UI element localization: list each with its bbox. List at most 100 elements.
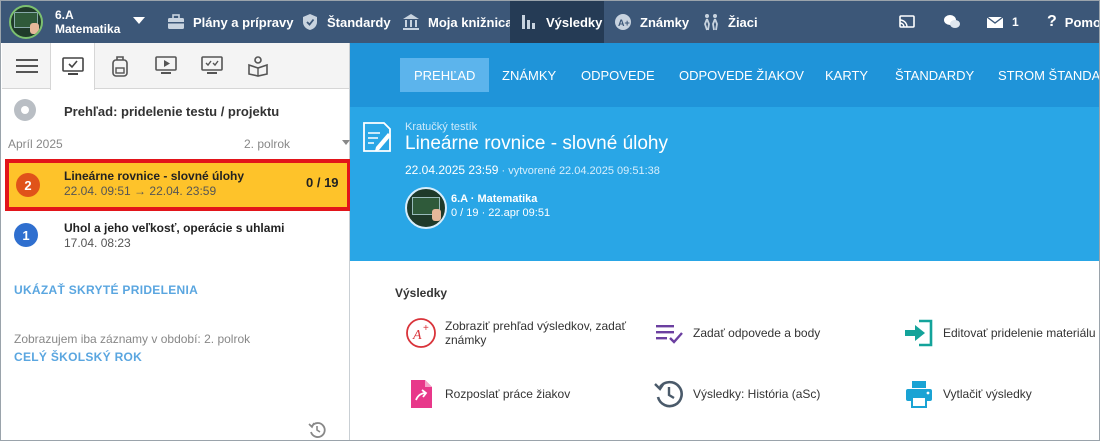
tab-standards-tree[interactable]: STROM ŠTANDARDOV: [984, 58, 1099, 92]
results-history-action[interactable]: Výsledky: História (aSc): [653, 378, 883, 410]
question-icon: ?: [1047, 13, 1057, 30]
bar-chart-icon: [520, 13, 538, 31]
cast-icon: [898, 13, 916, 31]
created-date: · vytvorené 22.04.2025 09:51:38: [498, 165, 660, 177]
tab-overview[interactable]: PREHĽAD: [400, 58, 490, 92]
messages-button[interactable]: 1: [986, 1, 1019, 43]
tab-student-answers[interactable]: ODPOVEDE ŽIAKOV: [665, 58, 818, 92]
printer-icon: [906, 381, 932, 408]
library-icon: [402, 13, 420, 31]
history-icon: [654, 380, 683, 408]
play-screen-icon: [154, 56, 177, 74]
edit-assignment-action[interactable]: Editovať pridelenie materiálu: [903, 317, 1099, 349]
results-title: Výsledky: [395, 286, 448, 300]
class-avatar: [9, 5, 43, 39]
gear-icon: [14, 99, 36, 121]
tab-tests[interactable]: [50, 43, 95, 90]
list-check-icon: [656, 325, 683, 344]
svg-text:+: +: [423, 323, 429, 334]
nav-standards[interactable]: Štandardy: [301, 1, 391, 43]
nav-plans-label: Plány a prípravy: [193, 14, 294, 30]
view-results-action[interactable]: A + Zobraziť prehľad výsledkov, zadať zná…: [405, 317, 635, 349]
send-document-icon: [411, 380, 432, 408]
tab-reading[interactable]: [235, 43, 280, 89]
nav-students-label: Žiaci: [728, 14, 758, 30]
assignment-number-badge: 2: [16, 173, 40, 197]
class-avatar: [405, 187, 447, 229]
book-reader-icon: [247, 56, 268, 77]
messages-count: 1: [1012, 15, 1019, 29]
results-section: Výsledky A + Zobraziť prehľad výsledkov, …: [350, 261, 1099, 440]
class-subject: Matematika: [55, 22, 121, 36]
class-switcher[interactable]: 6.A Matematika: [9, 5, 120, 39]
menu-tab[interactable]: [4, 43, 49, 89]
top-navigation: 6.A Matematika Plány a prípravy Štandard…: [1, 1, 1099, 43]
assignment-banner: Kratučký testík Lineárne rovnice - slovn…: [350, 107, 1099, 261]
assignment-item[interactable]: 1 Uhol a jeho veľkosť, operácie s uhlami…: [6, 215, 354, 267]
class-name: 6.A: [55, 8, 74, 22]
tab-presentations[interactable]: [143, 43, 188, 89]
nav-plans[interactable]: Plány a prípravy: [167, 1, 293, 43]
assignment-deadline: 22.04.2025 23:59 · vytvorené 22.04.2025 …: [405, 163, 660, 177]
chat-icon: [943, 13, 961, 31]
detail-tabbar: PREHĽAD ZNÁMKY ODPOVEDE ODPOVEDE ŽIAKOV …: [350, 43, 1099, 107]
students-icon: [702, 13, 720, 31]
grade-icon: A+: [614, 13, 632, 31]
panel-tabbar: [2, 43, 349, 90]
assignment-type: Kratučký testík: [405, 121, 478, 133]
deadline-date: 22.04.2025 23:59: [405, 163, 499, 177]
tab-answers[interactable]: ODPOVEDE: [567, 58, 669, 92]
edit-assignment-label: Editovať pridelenie materiálu: [943, 326, 1096, 340]
history-icon[interactable]: [308, 421, 326, 439]
nav-students[interactable]: Žiaci: [702, 1, 758, 43]
semester-selector[interactable]: 2. polrok: [244, 137, 290, 151]
nav-library[interactable]: Moja knižnica: [402, 1, 513, 43]
grade-a-plus-icon: A +: [406, 318, 436, 348]
nav-grades-label: Známky: [640, 14, 690, 30]
tab-grades[interactable]: ZNÁMKY: [488, 58, 570, 92]
assignment-number-badge: 1: [14, 223, 38, 247]
shield-icon: [301, 13, 319, 31]
overview-label: Prehľad: pridelenie testu / projektu: [64, 104, 280, 119]
tab-quizzes[interactable]: [189, 43, 234, 89]
chevron-down-icon[interactable]: [133, 17, 145, 24]
backpack-icon: [111, 56, 128, 77]
edit-assignment-icon: [905, 319, 933, 347]
assignment-heading: Lineárne rovnice - slovné úlohy: [405, 133, 668, 154]
nav-standards-label: Štandardy: [327, 14, 391, 30]
briefcase-icon: [167, 13, 185, 31]
overview-row[interactable]: Prehľad: pridelenie testu / projektu: [2, 89, 350, 131]
chat-button[interactable]: [943, 1, 969, 43]
assignment-score: 0 / 19: [306, 175, 339, 190]
envelope-icon: [986, 13, 1004, 31]
help-button[interactable]: ? Pomoc: [1047, 1, 1099, 43]
monitor-list-icon: [200, 56, 223, 74]
period-month: Apríl 2025: [8, 137, 63, 151]
app-frame: 6.A Matematika Plány a prípravy Štandard…: [0, 0, 1100, 441]
svg-text:A+: A+: [618, 18, 630, 28]
results-history-label: Výsledky: História (aSc): [693, 387, 821, 401]
assignment-dates: 17.04. 08:23: [64, 236, 131, 250]
print-results-label: Vytlačiť výsledky: [943, 387, 1032, 401]
svg-text:A: A: [412, 328, 422, 343]
whole-year-link[interactable]: CELÝ ŠKOLSKÝ ROK: [14, 350, 142, 364]
chevron-down-icon[interactable]: [342, 140, 350, 145]
tab-cards[interactable]: KARTY: [811, 58, 882, 92]
enter-answers-label: Zadať odpovede a body: [693, 326, 821, 340]
cast-button[interactable]: [898, 1, 924, 43]
assignment-item-selected[interactable]: 2 Lineárne rovnice - slovné úlohy 22.04.…: [5, 159, 351, 211]
send-works-action[interactable]: Rozposlať práce žiakov: [405, 378, 635, 410]
nav-results-label: Výsledky: [546, 14, 603, 30]
nav-results[interactable]: Výsledky: [510, 1, 604, 43]
document-edit-icon: [363, 122, 391, 152]
assignment-title: Uhol a jeho veľkosť, operácie s uhlami: [64, 221, 285, 235]
tab-standards[interactable]: ŠTANDARDY: [881, 58, 988, 92]
enter-answers-action[interactable]: Zadať odpovede a body: [653, 317, 883, 349]
nav-library-label: Moja knižnica: [428, 14, 513, 30]
assignment-title: Lineárne rovnice - slovné úlohy: [64, 169, 245, 183]
tab-homework[interactable]: [97, 43, 142, 89]
assignments-panel: Prehľad: pridelenie testu / projektu Apr…: [2, 43, 351, 440]
print-results-action[interactable]: Vytlačiť výsledky: [903, 378, 1099, 410]
show-hidden-link[interactable]: UKÁZAŤ SKRYTÉ PRIDELENIA: [14, 283, 198, 297]
nav-grades[interactable]: A+ Známky: [614, 1, 689, 43]
